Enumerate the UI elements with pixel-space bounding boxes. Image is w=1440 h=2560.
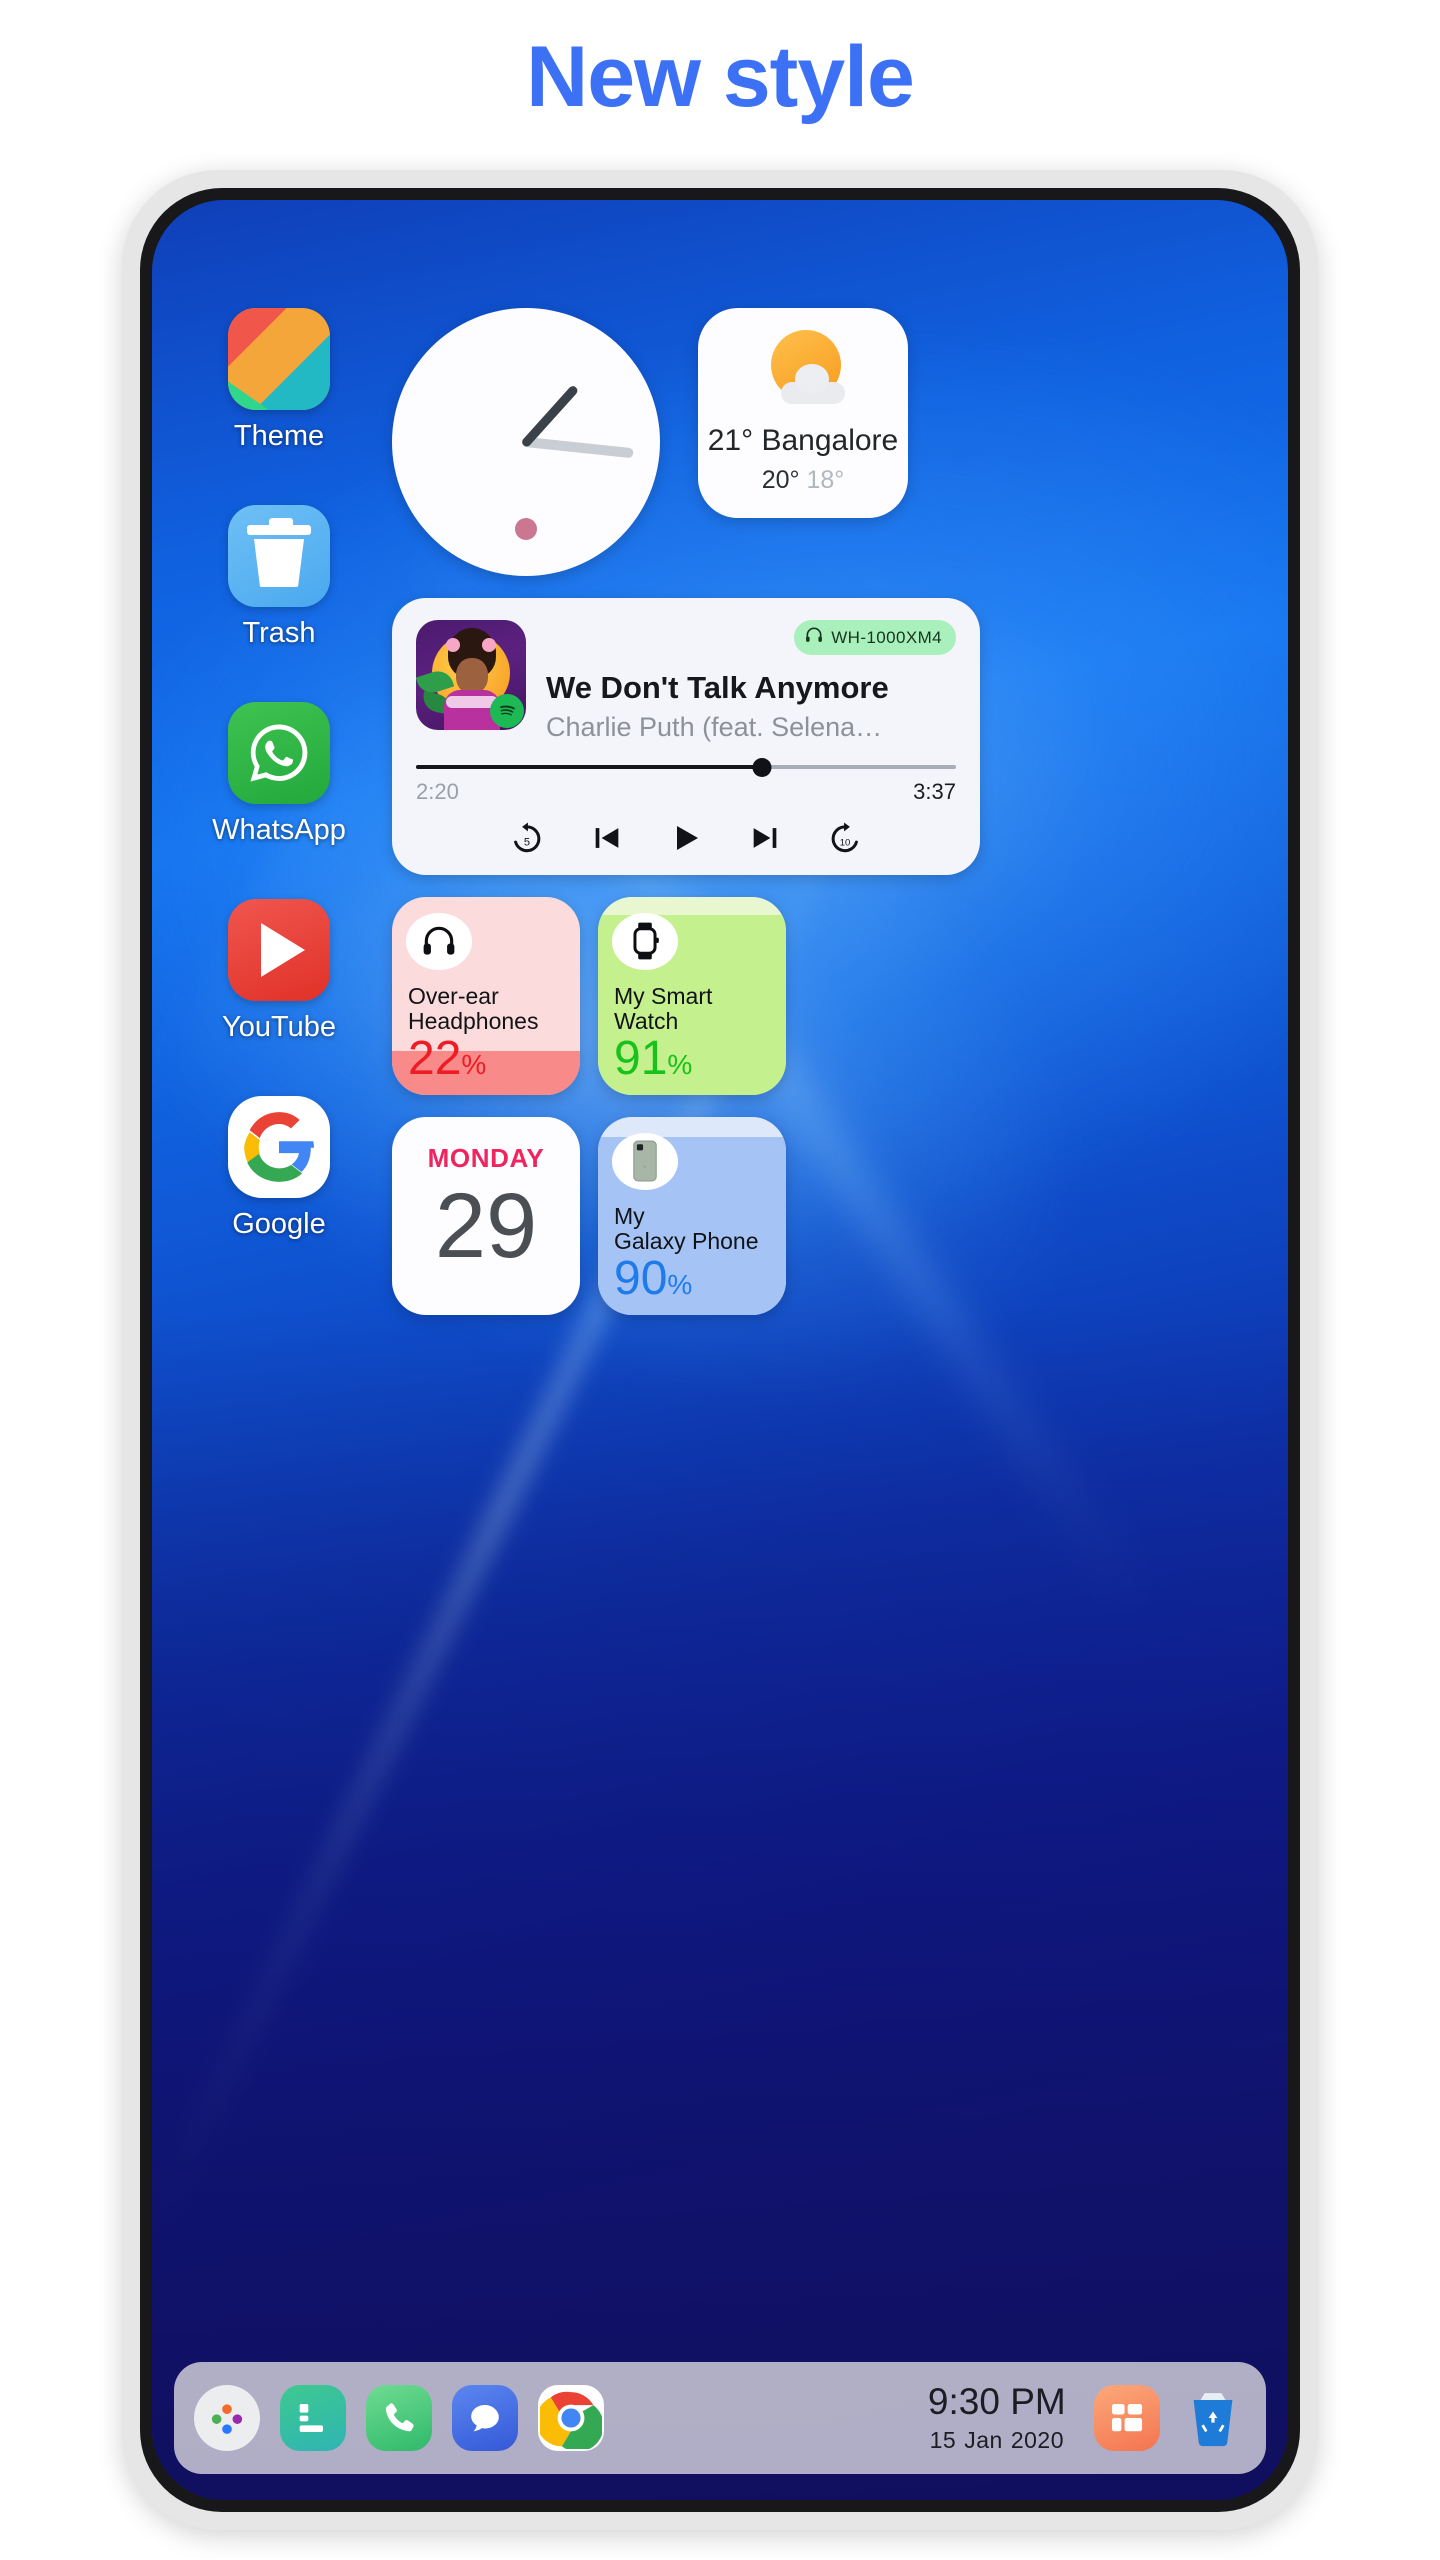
clock-second-dot: [515, 518, 537, 540]
dock-clock[interactable]: 9:30 PM 15 Jan 2020: [926, 2383, 1068, 2454]
messages-icon[interactable]: [452, 2385, 518, 2451]
album-art: [416, 620, 526, 730]
seek-bar[interactable]: [416, 758, 956, 777]
next-button[interactable]: [748, 821, 782, 855]
notes-icon[interactable]: [280, 2385, 346, 2451]
weather-low: 18°: [806, 466, 845, 494]
app-label: Theme: [233, 420, 325, 452]
rewind-5-button[interactable]: 5: [508, 819, 546, 857]
recycle-bin-icon[interactable]: [1180, 2385, 1246, 2451]
weather-range: 20° 18°: [762, 466, 845, 495]
phone-icon[interactable]: [366, 2385, 432, 2451]
phone-frame: Theme Trash WhatsApp YouTube Google 21° …: [122, 170, 1318, 2530]
battery-percentage: 91%: [614, 1032, 693, 1085]
widget-row-top: 21° Bangalore 20° 18°: [392, 300, 984, 576]
widget-row-bottom: MONDAY 29 My Galaxy Phone 90%: [392, 1117, 984, 1315]
youtube-icon[interactable]: [228, 899, 330, 1001]
smartwatch-battery-widget[interactable]: My Smart Watch 91%: [598, 897, 786, 1095]
page-title: New style: [526, 29, 915, 125]
widget-grid-icon[interactable]: [1094, 2385, 1160, 2451]
device-label: Over-ear Headphones: [408, 982, 539, 1035]
smartwatch-icon: [612, 913, 678, 970]
play-button[interactable]: [668, 820, 704, 856]
phone-screen: Theme Trash WhatsApp YouTube Google 21° …: [152, 200, 1288, 2500]
app-icon-column: Theme Trash WhatsApp YouTube Google: [184, 308, 374, 1241]
device-name: WH-1000XM4: [831, 627, 942, 647]
trash-icon[interactable]: [228, 505, 330, 607]
app-drawer-icon[interactable]: [194, 2385, 260, 2451]
widget-area: 21° Bangalore 20° 18° WH-1000XM4 We Don'…: [392, 300, 984, 1315]
app-item-theme[interactable]: Theme: [184, 308, 374, 453]
theme-icon[interactable]: [228, 308, 330, 410]
track-times: 2:20 3:37: [416, 779, 956, 805]
app-label: WhatsApp: [212, 814, 346, 846]
calendar-day: 29: [434, 1175, 538, 1277]
phone-battery-widget[interactable]: My Galaxy Phone 90%: [598, 1117, 786, 1315]
track-title: We Don't Talk Anymore: [546, 670, 889, 705]
app-item-google[interactable]: Google: [184, 1096, 374, 1241]
calendar-weekday: MONDAY: [427, 1143, 545, 1173]
connected-device-badge: WH-1000XM4: [794, 620, 956, 655]
battery-percentage: 90%: [614, 1252, 693, 1305]
chrome-icon[interactable]: [538, 2385, 604, 2451]
analog-clock-widget[interactable]: [392, 308, 660, 576]
spotify-icon: [490, 694, 524, 728]
svg-text:5: 5: [524, 836, 530, 848]
player-controls: 5 10: [416, 819, 956, 857]
dock: 9:30 PM 15 Jan 2020: [174, 2362, 1266, 2474]
headphones-icon: [406, 913, 472, 970]
widget-row-battery: Over-ear Headphones 22% My Smart Watch 9…: [392, 897, 984, 1095]
smartphone-icon: [612, 1133, 678, 1190]
music-player-widget[interactable]: WH-1000XM4 We Don't Talk Anymore Charlie…: [392, 598, 980, 875]
app-label: Trash: [242, 617, 316, 649]
device-label: My Galaxy Phone: [614, 1202, 759, 1255]
previous-button[interactable]: [590, 821, 624, 855]
track-artist: Charlie Puth (feat. Selena…: [546, 712, 883, 742]
elapsed-time: 2:20: [416, 779, 459, 804]
forward-10-button[interactable]: 10: [826, 819, 864, 857]
weather-high: 20°: [761, 466, 800, 494]
calendar-widget[interactable]: MONDAY 29: [392, 1117, 580, 1315]
battery-percentage: 22%: [408, 1032, 487, 1085]
total-time: 3:37: [913, 779, 956, 804]
whatsapp-icon[interactable]: [228, 702, 330, 804]
phone-bezel: Theme Trash WhatsApp YouTube Google 21° …: [140, 188, 1300, 2512]
device-label: My Smart Watch: [614, 982, 713, 1035]
headphones-icon: [804, 625, 824, 650]
app-label: YouTube: [222, 1011, 336, 1043]
headphones-battery-widget[interactable]: Over-ear Headphones 22%: [392, 897, 580, 1095]
dock-date-value: 15 Jan 2020: [929, 2426, 1064, 2453]
app-item-youtube[interactable]: YouTube: [184, 899, 374, 1044]
app-label: Google: [232, 1208, 326, 1240]
dock-time-value: 9:30 PM: [927, 2380, 1066, 2422]
weather-widget[interactable]: 21° Bangalore 20° 18°: [698, 308, 908, 518]
svg-text:10: 10: [840, 837, 851, 848]
clock-minute-hand: [521, 436, 634, 459]
app-item-whatsapp[interactable]: WhatsApp: [184, 702, 374, 847]
sun-behind-cloud-icon: [755, 330, 851, 416]
weather-current: 21° Bangalore: [707, 424, 899, 457]
google-icon[interactable]: [228, 1096, 330, 1198]
app-item-trash[interactable]: Trash: [184, 505, 374, 650]
seek-handle[interactable]: [752, 758, 772, 777]
